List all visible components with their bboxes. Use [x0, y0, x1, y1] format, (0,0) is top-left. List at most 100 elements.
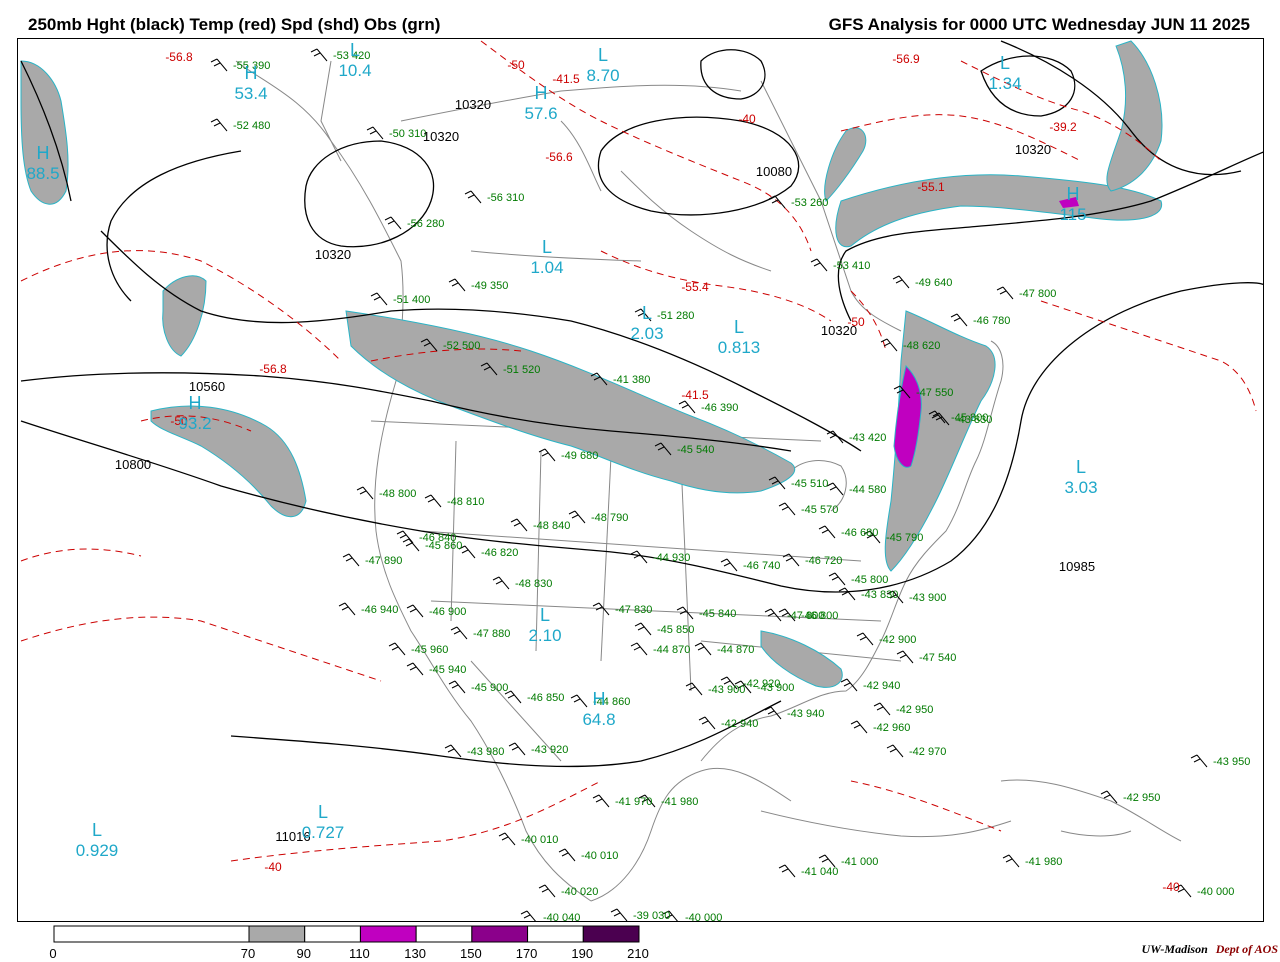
wind-barb — [996, 286, 1014, 300]
station-observation: -46 940 — [361, 604, 398, 616]
colorbar-tick: 130 — [404, 946, 426, 961]
station-observation: -43 900 — [708, 684, 745, 696]
pressure-center-value: 57.6 — [524, 104, 557, 123]
pressure-center-value: 0.813 — [718, 338, 761, 357]
station-observation: -47 880 — [473, 628, 510, 640]
pressure-center-letter: L — [540, 605, 550, 625]
temperature-label: -40 — [1162, 880, 1180, 894]
station-observation: -47 890 — [365, 555, 402, 567]
wind-barb — [634, 622, 652, 636]
temperature-label: -40 — [264, 860, 282, 874]
temperature-label: -41.5 — [681, 388, 709, 402]
temperature-label: -39.2 — [1049, 120, 1077, 134]
wind-barb — [366, 126, 384, 140]
pressure-center-value: 1.04 — [530, 258, 563, 277]
station-observation: -43 920 — [531, 744, 568, 756]
station-observation: -40 010 — [521, 834, 558, 846]
wind-barb — [424, 494, 442, 508]
wind-barb — [850, 720, 868, 734]
height-label: 10320 — [315, 247, 351, 262]
height-label: 10800 — [115, 457, 151, 472]
wind-barb — [338, 602, 356, 616]
station-observation: -42 940 — [721, 718, 758, 730]
wind-barb — [464, 190, 482, 204]
wind-barb — [778, 864, 796, 878]
wind-barb — [558, 848, 576, 862]
pressure-center-value: 0.727 — [302, 823, 345, 842]
station-observation: -51 280 — [657, 310, 694, 322]
station-observation: -49 640 — [915, 277, 952, 289]
station-observation: -41 040 — [801, 866, 838, 878]
colorbar-bin — [304, 925, 361, 943]
station-observation: -42 970 — [909, 746, 946, 758]
colorbar-tick: 70 — [240, 946, 256, 961]
station-observation: -45 850 — [657, 624, 694, 636]
station-observation: -46 720 — [805, 555, 842, 567]
station-observation: -45 960 — [411, 644, 448, 656]
wind-barb — [764, 608, 782, 622]
station-observation: -48 800 — [379, 488, 416, 500]
wind-barb — [818, 525, 836, 539]
station-observation: -41 380 — [613, 374, 650, 386]
station-observation: -44 580 — [849, 484, 886, 496]
colorbar-bin — [471, 925, 529, 943]
wind-barb — [568, 510, 586, 524]
wind-barb — [210, 58, 228, 72]
station-observation: -47 540 — [919, 652, 956, 664]
pressure-center-value: 115 — [1059, 205, 1086, 224]
colorbar-bin — [248, 925, 306, 943]
pressure-center-letter: L — [92, 820, 102, 840]
station-observation: -51 400 — [393, 294, 430, 306]
pressure-center-value: 0.929 — [76, 841, 119, 860]
wind-barb — [720, 558, 738, 572]
station-observation: -46 840 — [419, 532, 456, 544]
pressure-center-value: 8.70 — [586, 66, 619, 85]
wind-barb — [538, 884, 556, 898]
station-observation: -43 950 — [1213, 756, 1250, 768]
analysis-valid-time: GFS Analysis for 0000 UTC Wednesday JUN … — [828, 15, 1250, 34]
wind-barb — [384, 216, 402, 230]
wind-barb — [592, 794, 610, 808]
temperature-label: -56.9 — [892, 52, 920, 66]
wind-barb — [768, 195, 786, 209]
temperature-label: -40 — [738, 112, 756, 126]
station-observation: -46 820 — [481, 547, 518, 559]
station-observation: -43 900 — [909, 592, 946, 604]
station-observation: -48 810 — [447, 496, 484, 508]
temperature-label: -56.8 — [165, 50, 193, 64]
colorbar-tick: 190 — [571, 946, 594, 961]
pressure-center-value: 10.4 — [338, 61, 371, 80]
wind-barb — [444, 744, 462, 758]
wind-barb — [886, 744, 904, 758]
station-observation: -42 920 — [743, 678, 780, 690]
wind-barb — [1002, 854, 1020, 868]
pressure-center-letter: H — [593, 689, 606, 709]
station-observation: -48 830 — [515, 578, 552, 590]
jet-streak-gray — [1106, 40, 1163, 192]
temperature-label: -56.8 — [259, 362, 287, 376]
station-observation: -46 850 — [527, 692, 564, 704]
station-observation: -44 870 — [717, 644, 754, 656]
pressure-center-letter: L — [598, 45, 608, 65]
height-label: 10320 — [423, 129, 459, 144]
station-observation: -46 390 — [701, 402, 738, 414]
wind-barb — [448, 680, 466, 694]
station-observation: -44 930 — [653, 552, 690, 564]
pressure-center-value: 1.34 — [988, 74, 1021, 93]
temperature-label: -50 — [847, 315, 865, 329]
station-observation: -49 350 — [471, 280, 508, 292]
wind-barb — [826, 482, 844, 496]
colorbar-bin — [415, 925, 473, 943]
pressure-center-letter: L — [734, 317, 744, 337]
station-observation: -40 040 — [543, 912, 580, 921]
wind-barb — [356, 486, 374, 500]
wind-barb — [406, 662, 424, 676]
colorbar-tick: 210 — [627, 946, 649, 961]
pressure-center-value: 3.03 — [1064, 478, 1097, 497]
jet-streak-gray — [162, 275, 207, 357]
station-observation: -41 970 — [615, 796, 652, 808]
wind-barb — [782, 553, 800, 567]
wind-barb — [210, 118, 228, 132]
station-observation: -44 870 — [653, 644, 690, 656]
station-observation: -45 540 — [677, 444, 714, 456]
